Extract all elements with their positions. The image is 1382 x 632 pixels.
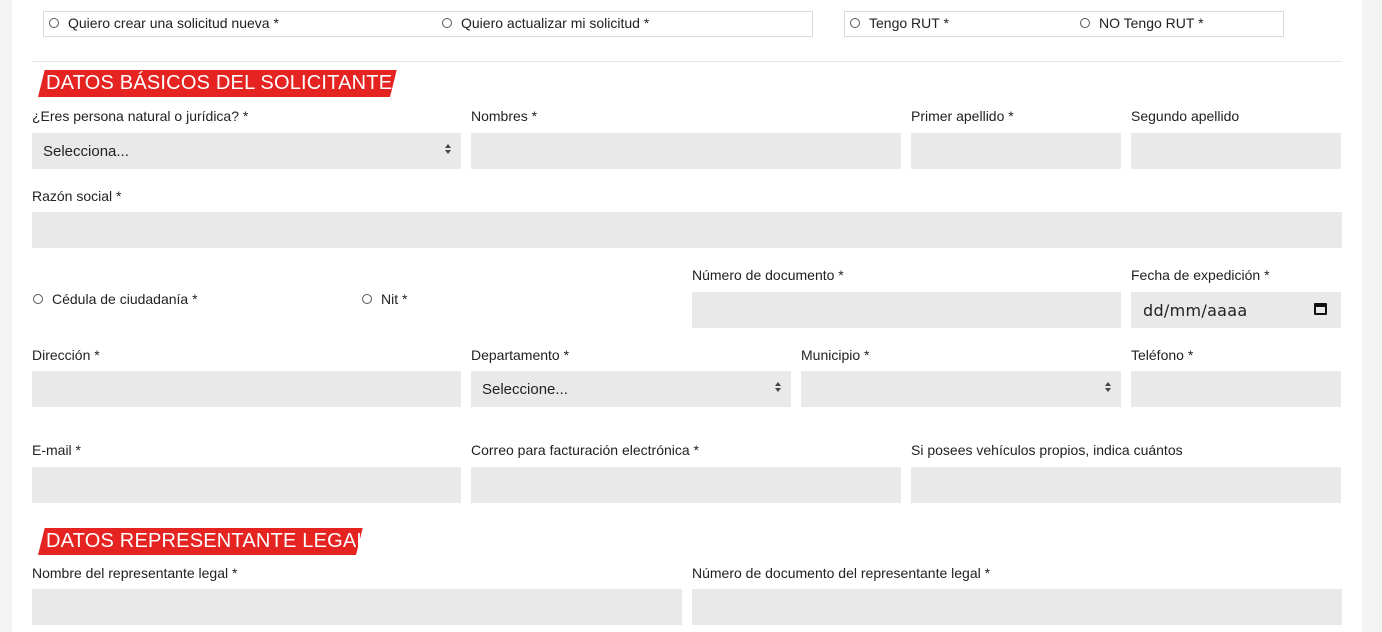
radio-circle-icon[interactable] [442, 18, 452, 28]
department-value: Seleccione... [482, 380, 568, 398]
first-surname-label: Primer apellido * [911, 108, 1014, 124]
municipality-select[interactable] [801, 371, 1121, 407]
radio-doc-cc-label: Cédula de ciudadanía * [52, 291, 198, 307]
radio-circle-icon[interactable] [49, 18, 59, 28]
select-arrows-icon [1104, 382, 1111, 396]
department-label: Departamento * [471, 347, 570, 363]
address-input[interactable] [32, 371, 461, 407]
radio-no-rut[interactable]: NO Tengo RUT * [1080, 15, 1204, 31]
email-label: E-mail * [32, 442, 82, 458]
divider [32, 61, 1342, 62]
email-input[interactable] [32, 467, 461, 503]
calendar-icon[interactable] [1314, 303, 1327, 315]
radio-update-request[interactable]: Quiero actualizar mi solicitud * [442, 15, 649, 31]
select-arrows-icon [444, 144, 451, 158]
section-title-basic-text: DATOS BÁSICOS DEL SOLICITANTE [46, 72, 393, 94]
radio-has-rut[interactable]: Tengo RUT * [850, 15, 949, 31]
radio-update-request-label: Quiero actualizar mi solicitud * [461, 15, 650, 31]
radio-circle-icon[interactable] [33, 294, 43, 304]
municipality-label: Municipio * [801, 347, 870, 363]
department-select[interactable]: Seleccione... [471, 371, 791, 407]
radio-new-request-label: Quiero crear una solicitud nueva * [68, 15, 279, 31]
radio-doc-nit-label: Nit * [381, 291, 408, 307]
form-page: Quiero crear una solicitud nueva * Quier… [12, 0, 1362, 632]
radio-no-rut-label: NO Tengo RUT * [1099, 15, 1204, 31]
rep-name-label: Nombre del representante legal * [32, 565, 238, 581]
section-title-basic: DATOS BÁSICOS DEL SOLICITANTE [32, 70, 397, 97]
company-name-label: Razón social * [32, 188, 122, 204]
address-label: Dirección * [32, 347, 100, 363]
first-surname-input[interactable] [911, 133, 1121, 169]
rep-doc-label: Número de documento del representante le… [692, 565, 991, 581]
names-label: Nombres * [471, 108, 538, 124]
section-title-legal: DATOS REPRESENTANTE LEGAL [32, 528, 368, 555]
radio-doc-cc[interactable]: Cédula de ciudadanía * [33, 291, 198, 307]
person-type-select[interactable]: Selecciona... [32, 133, 461, 169]
doc-number-label: Número de documento * [692, 267, 844, 283]
radio-circle-icon[interactable] [850, 18, 860, 28]
radio-circle-icon[interactable] [1080, 18, 1090, 28]
radio-new-request[interactable]: Quiero crear una solicitud nueva * [49, 15, 279, 31]
phone-input[interactable] [1131, 371, 1341, 407]
doc-number-input[interactable] [692, 292, 1121, 328]
second-surname-label: Segundo apellido [1131, 108, 1240, 124]
issue-date-label: Fecha de expedición * [1131, 267, 1270, 283]
issue-date-input[interactable]: dd/mm/aaaa [1131, 292, 1341, 328]
select-arrows-icon [774, 382, 781, 396]
issue-date-placeholder: dd/mm/aaaa [1143, 300, 1248, 320]
phone-label: Teléfono * [1131, 347, 1194, 363]
rep-doc-input[interactable] [692, 589, 1342, 625]
radio-has-rut-label: Tengo RUT * [869, 15, 949, 31]
vehicles-label: Si posees vehículos propios, indica cuán… [911, 442, 1183, 458]
vehicles-input[interactable] [911, 467, 1341, 503]
section-title-legal-text: DATOS REPRESENTANTE LEGAL [46, 530, 368, 552]
person-type-label: ¿Eres persona natural o jurídica? * [32, 108, 249, 124]
person-type-value: Selecciona... [43, 142, 129, 160]
radio-doc-nit[interactable]: Nit * [362, 291, 407, 307]
billing-email-input[interactable] [471, 467, 901, 503]
company-name-input[interactable] [32, 212, 1342, 248]
rep-name-input[interactable] [32, 589, 682, 625]
names-input[interactable] [471, 133, 901, 169]
second-surname-input[interactable] [1131, 133, 1341, 169]
billing-email-label: Correo para facturación electrónica * [471, 442, 700, 458]
radio-circle-icon[interactable] [362, 294, 372, 304]
